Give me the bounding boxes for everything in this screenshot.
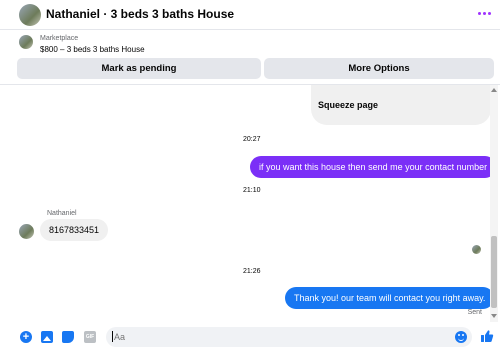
listing-thumbnail: [19, 35, 33, 49]
scrollbar-thumb[interactable]: [491, 236, 497, 308]
message-list: Squeeze page 20:27 if you want this hous…: [0, 85, 500, 322]
marketplace-label: Marketplace: [40, 35, 79, 42]
message-status: Sent: [467, 309, 482, 316]
sender-name: Nathaniel: [47, 210, 77, 217]
timestamp: 21:10: [243, 187, 261, 194]
timestamp: 20:27: [243, 136, 261, 143]
timestamp: 21:26: [243, 268, 261, 275]
scroll-down-arrow-icon[interactable]: [491, 314, 497, 318]
outgoing-message-bubble[interactable]: if you want this house then send me your…: [250, 156, 497, 178]
incoming-message-bubble[interactable]: 8167833451: [40, 219, 109, 241]
messenger-chat-window: Nathaniel · 3 beds 3 baths House Marketp…: [0, 0, 500, 353]
sender-avatar[interactable]: [19, 224, 34, 239]
more-options-button[interactable]: More Options: [264, 58, 494, 79]
incoming-message-bubble[interactable]: Squeeze page: [311, 85, 491, 125]
house-photo-avatar[interactable]: [19, 4, 41, 26]
chat-title[interactable]: Nathaniel · 3 beds 3 baths House: [46, 7, 234, 21]
mark-as-pending-button[interactable]: Mark as pending: [17, 58, 261, 79]
text-cursor: [112, 331, 113, 342]
image-icon[interactable]: [41, 331, 53, 343]
plus-icon[interactable]: +: [20, 331, 32, 343]
marketplace-listing-card: Marketplace $800 – 3 beds 3 baths House …: [0, 30, 500, 84]
thumbs-up-icon[interactable]: [480, 329, 494, 343]
read-receipt-avatar: [472, 245, 481, 254]
sticker-icon[interactable]: [62, 331, 74, 343]
message-input[interactable]: [106, 327, 472, 347]
scroll-up-arrow-icon[interactable]: [491, 88, 497, 92]
emoji-icon[interactable]: [455, 331, 467, 343]
outgoing-message-bubble[interactable]: Thank you! our team will contact you rig…: [285, 287, 495, 309]
listing-title[interactable]: $800 – 3 beds 3 baths House: [40, 45, 145, 54]
gif-icon[interactable]: GIF: [84, 331, 96, 343]
chat-header: Nathaniel · 3 beds 3 baths House: [0, 0, 500, 30]
more-options-dots-icon[interactable]: [478, 8, 496, 18]
